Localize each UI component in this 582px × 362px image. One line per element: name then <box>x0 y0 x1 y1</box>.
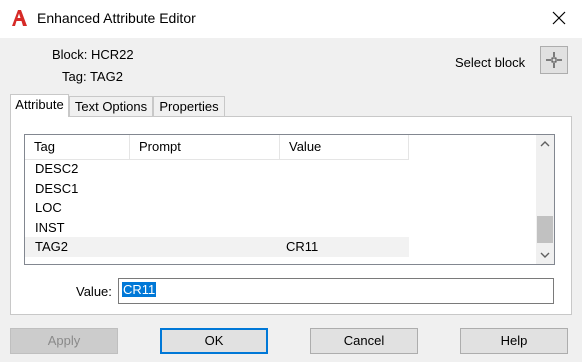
tab-properties-label: Properties <box>159 99 219 114</box>
cancel-button[interactable]: Cancel <box>310 328 418 354</box>
row-tag: DESC1 <box>35 180 79 196</box>
scroll-thumb[interactable] <box>537 216 553 243</box>
tab-properties[interactable]: Properties <box>153 96 225 116</box>
close-icon <box>552 11 566 25</box>
vertical-scrollbar[interactable] <box>536 135 554 264</box>
row-value: CR11 <box>286 239 319 254</box>
scroll-up-button[interactable] <box>536 135 554 152</box>
tab-text-options-label: Text Options <box>74 99 148 114</box>
list-row[interactable]: DESC2 <box>25 159 409 179</box>
column-header-tag[interactable]: Tag <box>25 135 130 159</box>
pick-point-icon <box>546 52 562 68</box>
row-tag: DESC2 <box>35 161 79 176</box>
list-row[interactable]: LOC <box>25 198 409 218</box>
value-input-text: CR11 <box>122 282 157 297</box>
column-header-value[interactable]: Value <box>280 135 409 159</box>
row-tag: TAG2 <box>35 239 68 254</box>
scroll-down-button[interactable] <box>536 247 554 264</box>
row-tag: LOC <box>35 200 62 215</box>
title-bar: Enhanced Attribute Editor <box>0 0 582 38</box>
select-block-label: Select block <box>455 55 526 70</box>
value-label: Value: <box>76 284 112 299</box>
block-name-label: Block: HCR22 <box>52 47 134 62</box>
list-header: Tag Prompt Value <box>25 135 409 160</box>
tab-attribute[interactable]: Attribute <box>10 94 69 117</box>
tag-name-label: Tag: TAG2 <box>62 69 123 84</box>
column-header-prompt[interactable]: Prompt <box>130 135 280 159</box>
list-row[interactable]: INST <box>25 218 409 238</box>
value-input[interactable]: CR11 <box>118 278 554 304</box>
list-rows: DESC2 DESC1 LOC INST TAG2 CR11 <box>25 159 409 257</box>
tab-attribute-label: Attribute <box>15 97 64 112</box>
attribute-list[interactable]: Tag Prompt Value DESC2 DESC1 LOC INST TA… <box>24 134 555 265</box>
help-button[interactable]: Help <box>460 328 568 354</box>
window-title: Enhanced Attribute Editor <box>37 10 196 26</box>
list-row[interactable]: DESC1 <box>25 179 409 199</box>
select-block-button[interactable] <box>540 46 568 74</box>
tab-text-options[interactable]: Text Options <box>69 96 153 116</box>
chevron-down-icon <box>540 252 550 258</box>
row-tag: INST <box>35 219 65 235</box>
apply-button[interactable]: Apply <box>10 328 118 354</box>
autocad-a-icon <box>12 10 27 26</box>
ok-button[interactable]: OK <box>160 328 268 354</box>
list-row-selected[interactable]: TAG2 CR11 <box>25 237 409 257</box>
chevron-up-icon <box>540 141 550 147</box>
close-button[interactable] <box>546 6 572 30</box>
